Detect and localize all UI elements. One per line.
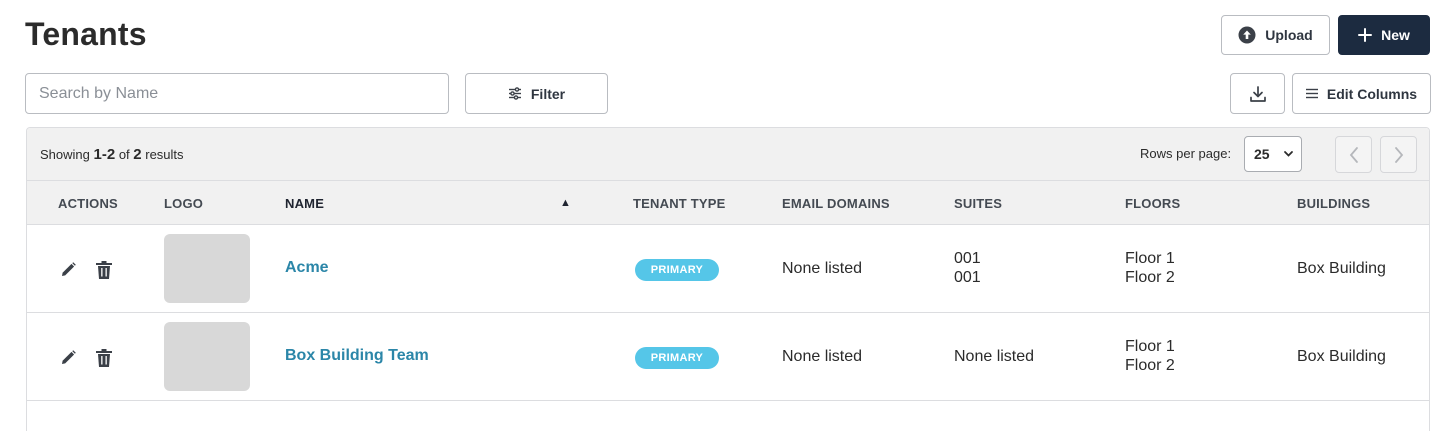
table-toolbar: Showing 1-2 of 2 results Rows per page: … xyxy=(27,128,1429,181)
column-header-suites: SUITES xyxy=(954,196,1003,211)
tenant-logo-placeholder xyxy=(164,322,250,391)
floors-cell: Floor 1 Floor 2 xyxy=(1125,337,1175,375)
next-page-button[interactable] xyxy=(1380,136,1417,173)
trash-icon[interactable] xyxy=(95,260,113,280)
column-header-email-domains: EMAIL DOMAINS xyxy=(782,196,890,211)
suites-cell: None listed xyxy=(954,347,1034,366)
table-row: Box Building Team PRIMARY None listed No… xyxy=(27,313,1429,401)
rows-per-page-value: 25 xyxy=(1254,146,1270,162)
rows-per-page-label: Rows per page: xyxy=(1140,146,1232,161)
tenant-type-badge: PRIMARY xyxy=(635,347,719,369)
download-button[interactable] xyxy=(1230,73,1285,114)
upload-button[interactable]: Upload xyxy=(1221,15,1330,55)
sliders-icon xyxy=(508,87,521,100)
column-header-actions: ACTIONS xyxy=(58,196,118,211)
column-header-buildings: BUILDINGS xyxy=(1297,196,1371,211)
upload-circle-icon xyxy=(1238,26,1256,44)
tenant-name-link[interactable]: Acme xyxy=(285,259,329,277)
table-row: Acme PRIMARY None listed 001 001 Floor 1… xyxy=(27,225,1429,313)
filter-button-label: Filter xyxy=(530,85,566,102)
chevron-left-icon xyxy=(1349,146,1358,163)
suite-value: None listed xyxy=(954,348,1035,365)
tenant-type-badge: PRIMARY xyxy=(635,259,719,281)
results-summary: Showing 1-2 of 2 results xyxy=(40,146,184,163)
filter-button[interactable]: Filter xyxy=(465,73,608,114)
upload-button-label: Upload xyxy=(1265,27,1313,43)
column-header-floors: FLOORS xyxy=(1125,196,1181,211)
search-input[interactable] xyxy=(25,73,449,114)
menu-lines-icon xyxy=(1305,88,1318,99)
results-total: 2 xyxy=(133,146,142,163)
column-header-logo: LOGO xyxy=(164,196,204,211)
chevron-down-icon xyxy=(1284,151,1293,157)
edit-columns-label: Edit Columns xyxy=(1326,85,1418,102)
pencil-icon[interactable] xyxy=(60,349,77,366)
column-header-tenant-type: TENANT TYPE xyxy=(633,196,726,211)
plus-icon xyxy=(1358,28,1373,42)
tenant-logo-placeholder xyxy=(164,234,250,303)
column-header-name[interactable]: NAME xyxy=(285,196,324,211)
suites-cell: 001 001 xyxy=(954,249,981,287)
page-title: Tenants xyxy=(25,16,147,52)
download-icon xyxy=(1249,85,1266,102)
previous-page-button[interactable] xyxy=(1335,136,1372,173)
floors-cell: Floor 1 Floor 2 xyxy=(1125,249,1175,287)
pencil-icon[interactable] xyxy=(60,261,77,278)
table-header: ACTIONS LOGO NAME ▲ TENANT TYPE EMAIL DO… xyxy=(27,181,1429,225)
suite-value: 001 xyxy=(954,269,981,286)
rows-per-page-select[interactable]: 25 xyxy=(1244,136,1302,172)
floor-value: Floor 1 xyxy=(1125,250,1175,267)
results-range: 1-2 xyxy=(93,146,116,163)
floor-value: Floor 1 xyxy=(1125,338,1175,355)
buildings-cell: Box Building xyxy=(1297,260,1386,277)
email-domains-cell: None listed xyxy=(782,348,863,365)
buildings-cell: Box Building xyxy=(1297,348,1386,365)
edit-columns-button[interactable]: Edit Columns xyxy=(1292,73,1431,114)
chevron-right-icon xyxy=(1394,146,1403,163)
tenants-table: Showing 1-2 of 2 results Rows per page: … xyxy=(26,127,1430,431)
sort-ascending-icon[interactable]: ▲ xyxy=(560,197,571,209)
trash-icon[interactable] xyxy=(95,348,113,368)
floor-value: Floor 2 xyxy=(1125,357,1175,374)
new-button-label: New xyxy=(1381,27,1410,43)
new-button[interactable]: New xyxy=(1338,15,1430,55)
floor-value: Floor 2 xyxy=(1125,269,1175,286)
tenant-name-link[interactable]: Box Building Team xyxy=(285,347,429,365)
suite-value: 001 xyxy=(954,250,981,267)
email-domains-cell: None listed xyxy=(782,260,863,277)
